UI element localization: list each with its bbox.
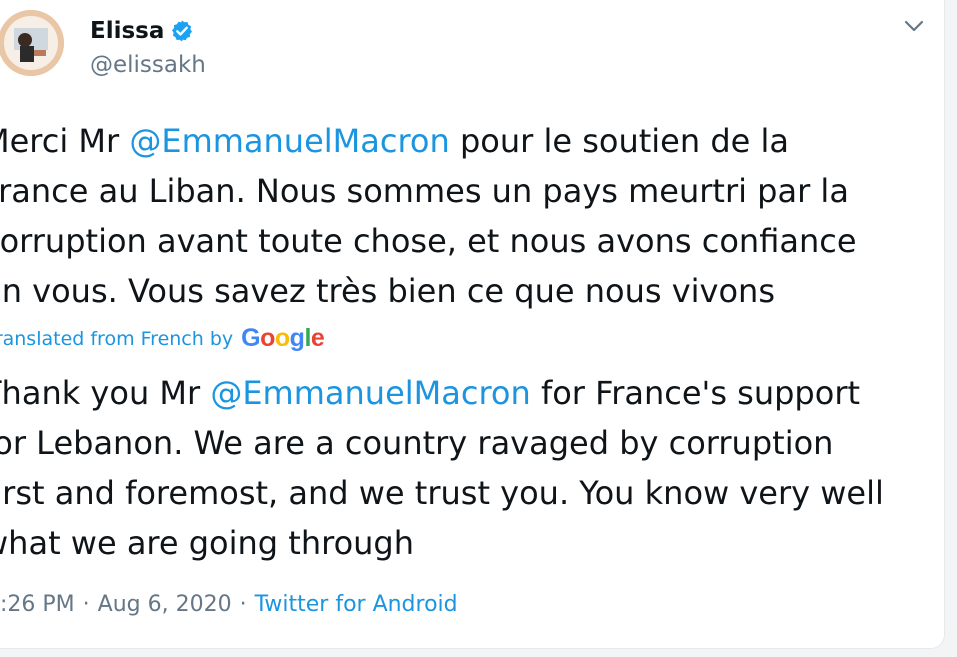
tweet-source-link[interactable]: Twitter for Android: [255, 592, 458, 617]
text-segment: pour le soutien de la: [449, 122, 789, 160]
separator: ·: [239, 592, 247, 617]
separator: ·: [82, 592, 90, 617]
tweet-translated-text: Thank you Mr @EmmanuelMacron for France'…: [0, 368, 932, 568]
google-logo: Google: [241, 324, 325, 352]
mention-link[interactable]: @EmmanuelMacron: [210, 374, 530, 412]
tweet-time[interactable]: 4:26 PM: [0, 592, 75, 617]
text-line: en vous. Vous savez très bien ce que nou…: [0, 272, 775, 310]
mention-link[interactable]: @EmmanuelMacron: [129, 122, 449, 160]
verified-badge-icon: [172, 20, 193, 42]
text-line: France au Liban. Nous sommes un pays meu…: [0, 172, 849, 210]
text-segment: Merci Mr: [0, 122, 120, 160]
tweet-metadata: 4:26 PM · Aug 6, 2020 · Twitter for Android: [0, 592, 458, 617]
author-name-row[interactable]: Elissa: [90, 17, 194, 45]
text-line: Thank you Mr @EmmanuelMacron for France'…: [0, 368, 932, 418]
text-line: for Lebanon. We are a country ravaged by…: [0, 424, 834, 462]
text-line: Merci Mr @EmmanuelMacron pour le soutien…: [0, 116, 932, 166]
avatar[interactable]: [0, 10, 64, 76]
avatar-image: [0, 10, 64, 76]
translation-attribution[interactable]: Translated from French by Google: [0, 324, 325, 353]
author-handle[interactable]: @elissakh: [90, 51, 206, 79]
text-segment: for France's support: [530, 374, 861, 412]
text-line: corruption avant toute chose, et nous av…: [0, 222, 857, 260]
tweet-card: Elissa @elissakh Merci Mr @EmmanuelMacro…: [0, 0, 945, 649]
display-name[interactable]: Elissa: [90, 17, 164, 45]
translation-note-text: Translated from French by: [0, 327, 234, 350]
tweet-original-text: Merci Mr @EmmanuelMacron pour le soutien…: [0, 116, 932, 316]
text-line: what we are going through: [0, 524, 415, 562]
text-line: first and foremost, and we trust you. Yo…: [0, 474, 884, 512]
tweet-date[interactable]: Aug 6, 2020: [98, 592, 232, 617]
chevron-down-icon[interactable]: [902, 14, 926, 38]
text-segment: Thank you Mr: [0, 374, 211, 412]
